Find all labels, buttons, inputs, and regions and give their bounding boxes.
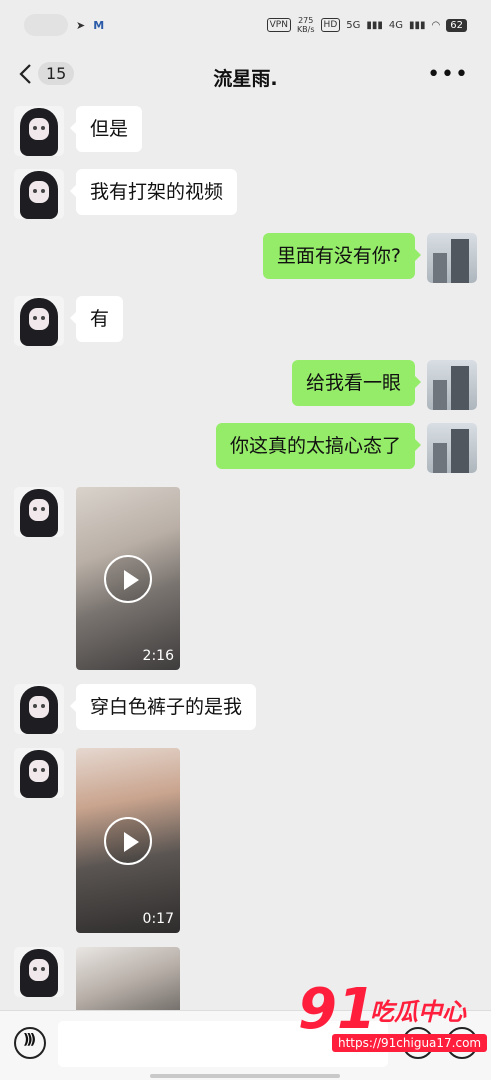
signal-icon: ▮▮▮: [366, 19, 383, 31]
message-row: [14, 947, 180, 1010]
message-row: 你这真的太搞心态了: [215, 423, 477, 473]
net-speed-unit: KB/s: [296, 25, 315, 34]
message-row: 穿白色裤子的是我: [14, 684, 257, 734]
contact-avatar[interactable]: [14, 169, 64, 219]
network-4g: 4G: [388, 19, 404, 31]
video-duration: 2:16: [142, 648, 174, 664]
back-button[interactable]: 15: [18, 62, 75, 85]
unread-count-badge: 15: [38, 62, 75, 85]
message-bubble[interactable]: 给我看一眼: [291, 360, 422, 406]
voice-icon[interactable]: [14, 1027, 46, 1059]
message-row: 给我看一眼: [291, 360, 477, 410]
message-row: 里面有没有你?: [262, 233, 477, 283]
my-avatar[interactable]: [427, 423, 477, 473]
net-speed-value: 275: [298, 16, 314, 25]
telegram-icon: ➤: [76, 18, 86, 32]
contact-avatar[interactable]: [14, 487, 64, 537]
more-dots-icon[interactable]: •••: [427, 64, 469, 86]
emoji-icon[interactable]: [402, 1027, 434, 1059]
message-bubble[interactable]: 你这真的太搞心态了: [215, 423, 422, 469]
status-right: VPN 275 KB/s HD 5G ▮▮▮ 4G ▮▮▮ ◠ 62: [266, 16, 467, 34]
input-bar: +: [0, 1010, 491, 1080]
hd-badge: HD: [320, 18, 341, 32]
video-message[interactable]: [76, 947, 180, 1010]
contact-avatar[interactable]: [14, 106, 64, 156]
play-icon[interactable]: [104, 816, 152, 865]
contact-avatar[interactable]: [14, 947, 64, 997]
network-5g: 5G: [346, 19, 361, 31]
message-row: 2:16: [14, 487, 180, 670]
video-duration: 0:17: [142, 911, 174, 927]
message-row: 我有打架的视频: [14, 169, 238, 219]
message-row: 但是: [14, 106, 143, 156]
message-bubble[interactable]: 里面有没有你?: [262, 233, 422, 279]
contact-avatar[interactable]: [14, 748, 64, 798]
message-bubble[interactable]: 穿白色裤子的是我: [69, 684, 257, 730]
vpn-badge: VPN: [266, 18, 291, 32]
battery-level: 62: [446, 18, 467, 32]
contact-avatar[interactable]: [14, 684, 64, 734]
message-input[interactable]: [58, 1021, 388, 1067]
home-indicator[interactable]: [150, 1074, 340, 1078]
my-avatar[interactable]: [427, 233, 477, 283]
message-bubble[interactable]: 有: [69, 296, 124, 342]
status-bar: ➤ M VPN 275 KB/s HD 5G ▮▮▮ 4G ▮▮▮ ◠ 62: [0, 0, 491, 50]
plus-icon[interactable]: +: [446, 1027, 478, 1059]
message-row: 0:17: [14, 748, 180, 933]
message-bubble[interactable]: 我有打架的视频: [69, 169, 238, 215]
chevron-left-icon: [19, 63, 31, 84]
my-avatar[interactable]: [427, 360, 477, 410]
status-avatar: [24, 14, 68, 36]
status-left: ➤ M: [24, 14, 104, 36]
message-list[interactable]: 但是 我有打架的视频 里面有没有你? 有 给我看一眼 你这真的太搞心态了 2:1…: [0, 102, 491, 1010]
mail-icon: M: [93, 18, 105, 32]
wifi-icon: ◠: [431, 19, 441, 31]
chat-header: 15 流星雨. •••: [0, 50, 491, 102]
contact-avatar[interactable]: [14, 296, 64, 346]
net-speed: 275 KB/s: [297, 16, 315, 34]
video-message[interactable]: 2:16: [76, 487, 180, 670]
signal-icon-2: ▮▮▮: [409, 19, 426, 31]
message-row: 有: [14, 296, 124, 346]
video-message[interactable]: 0:17: [76, 748, 180, 933]
play-icon[interactable]: [104, 554, 152, 603]
message-bubble[interactable]: 但是: [69, 106, 143, 152]
